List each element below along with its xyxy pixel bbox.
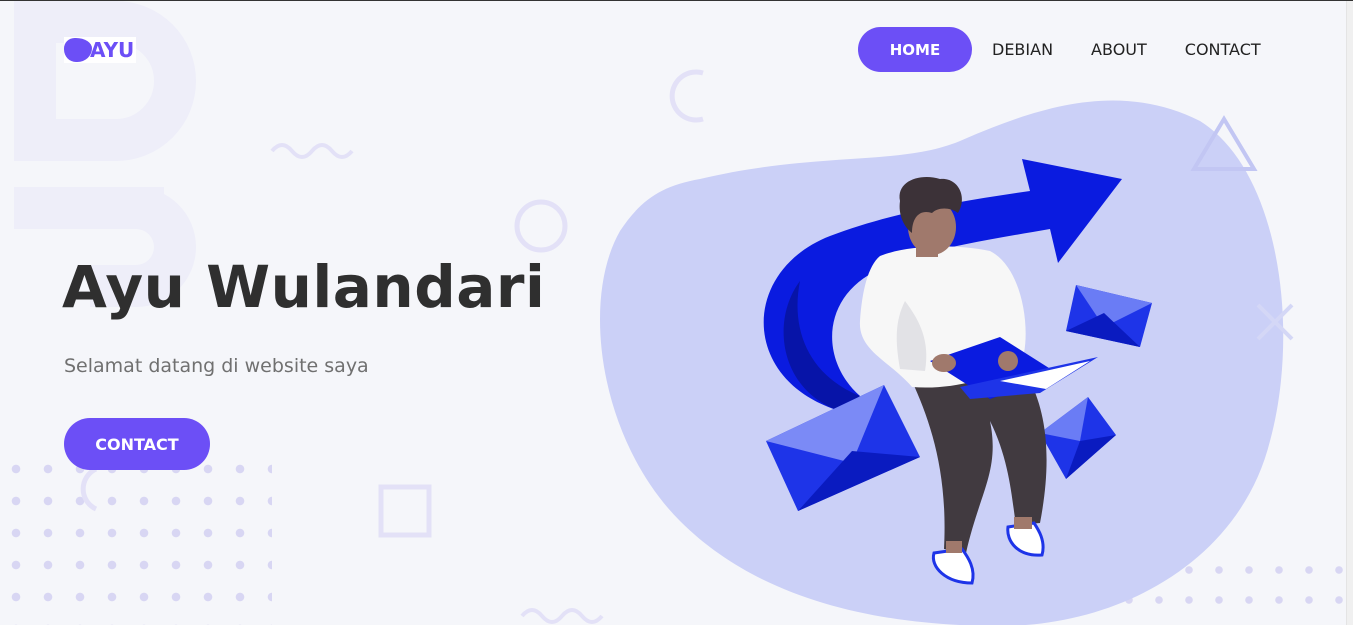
- hero-subtitle: Selamat datang di website saya: [64, 355, 369, 377]
- wave-decoration: [270, 143, 354, 159]
- arc-decoration-left: [80, 466, 98, 512]
- contact-button[interactable]: CONTACT: [64, 418, 210, 470]
- logo[interactable]: AYU: [64, 37, 137, 63]
- hero-title: Ayu Wulandari: [62, 253, 546, 321]
- circle-decoration: [514, 199, 568, 253]
- main-nav: HOME DEBIAN ABOUT CONTACT: [858, 27, 1261, 72]
- nav-item-debian[interactable]: DEBIAN: [992, 40, 1053, 59]
- logo-blob-icon: [64, 38, 92, 62]
- square-decoration: [378, 484, 432, 538]
- page: AYU HOME DEBIAN ABOUT CONTACT Ayu Wuland…: [0, 0, 1353, 625]
- page-scrollbar[interactable]: [1346, 1, 1353, 625]
- nav-item-about[interactable]: ABOUT: [1091, 40, 1147, 59]
- logo-text: AYU: [90, 38, 135, 62]
- nav-item-contact[interactable]: CONTACT: [1185, 40, 1261, 59]
- arc-decoration: [669, 69, 704, 123]
- nav-item-home[interactable]: HOME: [858, 27, 972, 72]
- wave-decoration-bottom: [520, 608, 604, 624]
